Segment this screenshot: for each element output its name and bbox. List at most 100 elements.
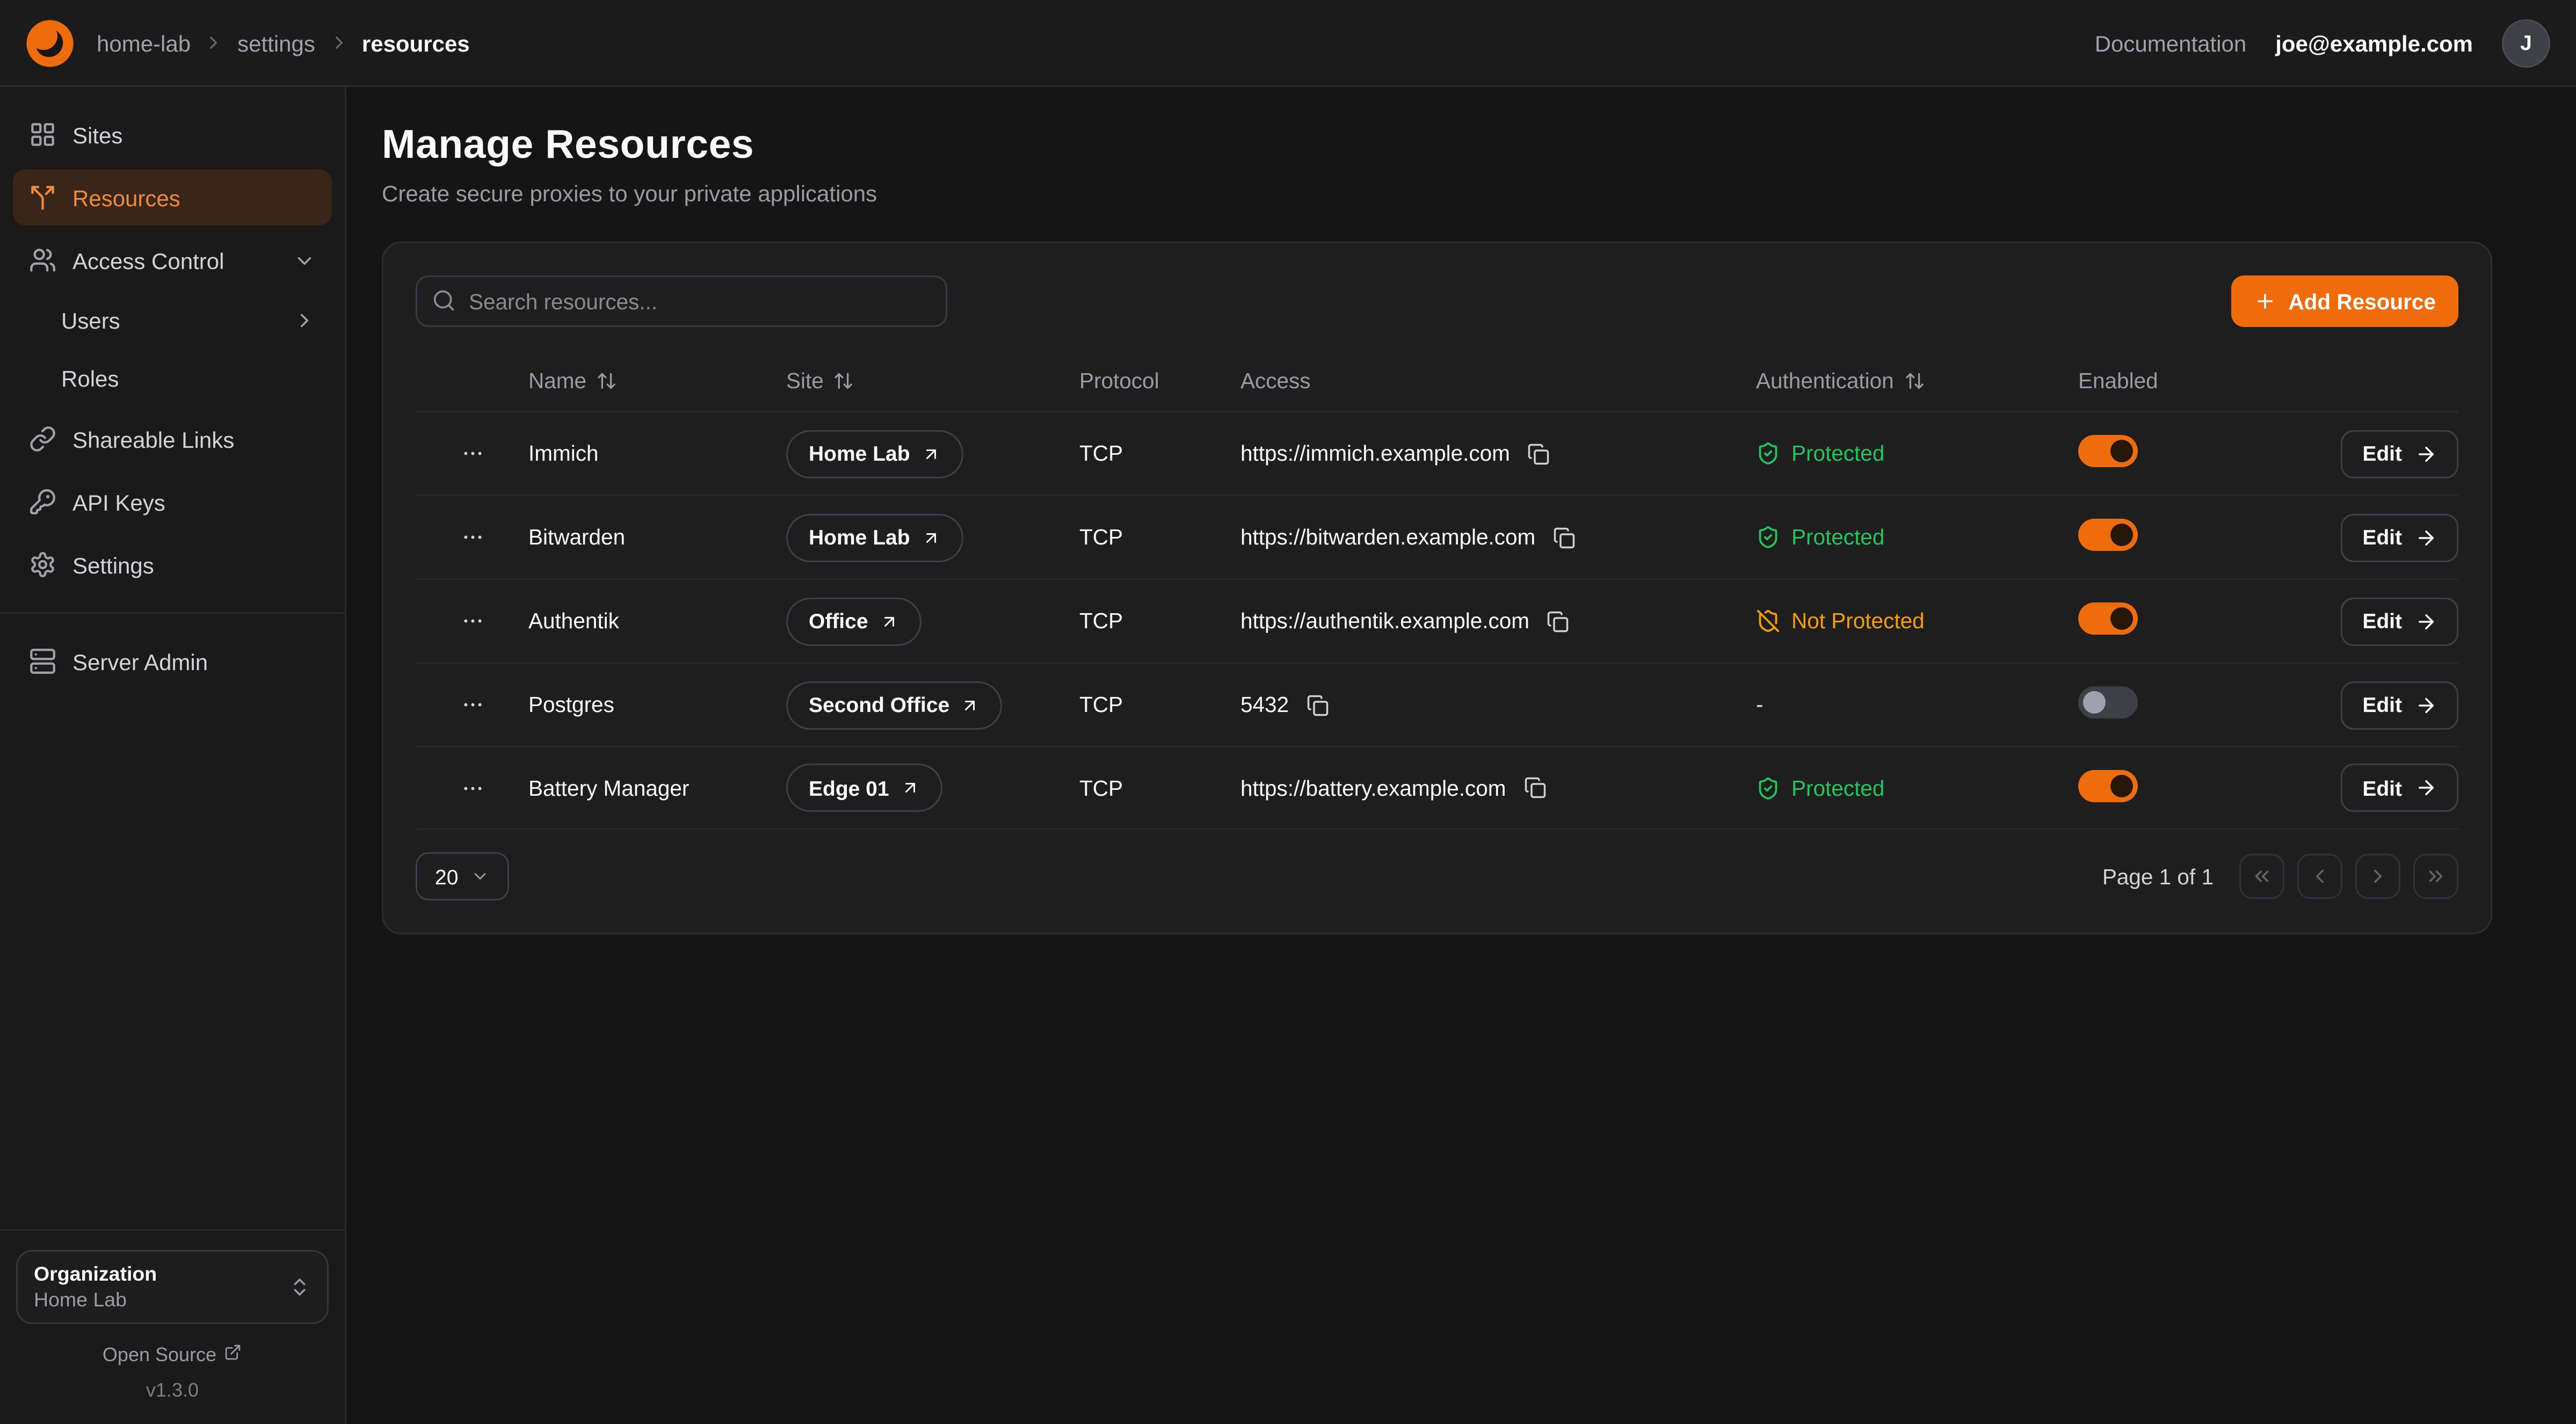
row-actions-ellipsis-icon[interactable] — [454, 686, 491, 723]
site-link-button[interactable]: Home Lab — [786, 513, 963, 562]
plus-icon — [2254, 290, 2277, 313]
shield-check-icon — [1756, 776, 1780, 800]
copy-icon[interactable] — [1544, 607, 1573, 636]
link-icon — [29, 425, 56, 453]
page-size-select[interactable]: 20 — [416, 852, 510, 900]
arrow-up-right-icon — [921, 444, 941, 463]
breadcrumb-home-lab[interactable]: home-lab — [97, 30, 191, 56]
pagination-next-button[interactable] — [2355, 854, 2400, 899]
copy-icon[interactable] — [1550, 523, 1579, 552]
edit-button[interactable]: Edit — [2341, 430, 2458, 478]
sidebar-item-roles[interactable]: Roles — [13, 353, 332, 404]
chevron-down-icon — [471, 867, 490, 886]
edit-button[interactable]: Edit — [2341, 513, 2458, 562]
pagination-prev-button[interactable] — [2297, 854, 2342, 899]
chevrons-up-down-icon — [288, 1276, 311, 1298]
main-content: Manage Resources Create secure proxies t… — [346, 87, 2576, 1424]
row-actions-ellipsis-icon[interactable] — [454, 435, 491, 472]
arrow-up-right-icon — [880, 612, 899, 631]
organization-value: Home Lab — [34, 1289, 157, 1311]
resources-table: Name Site Protocol Access Authentication… — [416, 350, 2458, 830]
sidebar-item-settings[interactable]: Settings — [13, 536, 332, 593]
pagination: Page 1 of 1 — [2102, 854, 2458, 899]
chevron-right-icon — [328, 32, 349, 53]
sidebar-item-label: API Keys — [72, 489, 165, 515]
search-input[interactable] — [416, 275, 947, 327]
access-port: 5432 — [1240, 693, 1289, 717]
table-row: Postgres Second Office TCP 5432 - Edit — [416, 662, 2458, 746]
copy-icon[interactable] — [1525, 439, 1554, 468]
auth-status: - — [1756, 693, 2078, 717]
sidebar-item-label: Resources — [72, 185, 180, 210]
column-header-name[interactable]: Name — [528, 368, 786, 393]
sidebar-item-server-admin[interactable]: Server Admin — [13, 633, 332, 689]
resource-name: Postgres — [528, 693, 786, 717]
pagination-last-button[interactable] — [2413, 854, 2458, 899]
sidebar-item-sites[interactable]: Sites — [13, 106, 332, 163]
add-resource-button[interactable]: Add Resource — [2232, 275, 2458, 327]
site-link-button[interactable]: Second Office — [786, 681, 1003, 729]
topbar: home-lab settings resources Documentatio… — [0, 0, 2576, 87]
resources-card: Add Resource Name Site Protocol Access A… — [382, 242, 2492, 934]
copy-icon[interactable] — [1520, 773, 1549, 802]
sidebar-item-label: Server Admin — [72, 649, 208, 674]
auth-status: Protected — [1756, 441, 2078, 466]
breadcrumb-settings[interactable]: settings — [237, 30, 315, 56]
column-header-authentication[interactable]: Authentication — [1756, 368, 2078, 393]
sidebar-item-label: Roles — [61, 366, 119, 391]
avatar[interactable]: J — [2502, 19, 2550, 67]
sidebar-item-label: Access Control — [72, 248, 224, 273]
sidebar-item-access-control[interactable]: Access Control — [13, 232, 332, 288]
sidebar-item-resources[interactable]: Resources — [13, 169, 332, 226]
arrow-up-right-icon — [921, 528, 941, 547]
row-actions-ellipsis-icon[interactable] — [454, 602, 491, 640]
arrow-right-icon — [2415, 776, 2437, 799]
protocol: TCP — [1079, 609, 1240, 633]
edit-button[interactable]: Edit — [2341, 764, 2458, 812]
organization-selector[interactable]: Organization Home Lab — [16, 1250, 329, 1324]
column-header-enabled: Enabled — [2078, 368, 2299, 393]
app: home-lab settings resources Documentatio… — [0, 0, 2576, 1424]
pagination-first-button[interactable] — [2239, 854, 2284, 899]
app-logo-fox-icon — [26, 19, 74, 67]
sidebar-item-shareable-links[interactable]: Shareable Links — [13, 411, 332, 467]
row-actions-ellipsis-icon[interactable] — [454, 519, 491, 556]
arrow-right-icon — [2415, 694, 2437, 716]
table-row: Immich Home Lab TCP https://immich.examp… — [416, 411, 2458, 495]
site-link-button[interactable]: Edge 01 — [786, 764, 942, 812]
arrow-right-icon — [2415, 610, 2437, 633]
column-header-site[interactable]: Site — [786, 368, 1079, 393]
table-row: Authentik Office TCP https://authentik.e… — [416, 578, 2458, 662]
enabled-toggle[interactable] — [2078, 435, 2138, 467]
protocol: TCP — [1079, 525, 1240, 549]
user-email[interactable]: joe@example.com — [2275, 30, 2473, 56]
table-row: Bitwarden Home Lab TCP https://bitwarden… — [416, 495, 2458, 578]
row-actions-ellipsis-icon[interactable] — [454, 769, 491, 807]
edit-button[interactable]: Edit — [2341, 681, 2458, 729]
sidebar-item-users[interactable]: Users — [13, 295, 332, 346]
edit-button[interactable]: Edit — [2341, 597, 2458, 645]
enabled-toggle[interactable] — [2078, 519, 2138, 551]
sidebar-item-api-keys[interactable]: API Keys — [13, 474, 332, 530]
arrow-right-icon — [2415, 442, 2437, 465]
shield-check-icon — [1756, 525, 1780, 549]
breadcrumb: home-lab settings resources — [97, 30, 470, 56]
shield-off-icon — [1756, 609, 1780, 633]
breadcrumb-resources[interactable]: resources — [362, 30, 470, 56]
chevron-right-icon — [204, 32, 224, 53]
auth-status: Protected — [1756, 776, 2078, 800]
sidebar-divider — [0, 612, 345, 614]
page-title: Manage Resources — [382, 122, 2492, 169]
site-link-button[interactable]: Office — [786, 597, 921, 645]
protocol: TCP — [1079, 693, 1240, 717]
documentation-link[interactable]: Documentation — [2095, 30, 2247, 56]
enabled-toggle[interactable] — [2078, 686, 2138, 718]
site-link-button[interactable]: Home Lab — [786, 430, 963, 478]
enabled-toggle[interactable] — [2078, 602, 2138, 635]
enabled-toggle[interactable] — [2078, 769, 2138, 802]
copy-icon[interactable] — [1303, 691, 1332, 720]
open-source-link[interactable]: Open Source — [16, 1343, 329, 1366]
arrow-up-right-icon — [901, 778, 920, 797]
resource-name: Bitwarden — [528, 525, 786, 549]
sidebar-item-label: Users — [61, 308, 120, 333]
